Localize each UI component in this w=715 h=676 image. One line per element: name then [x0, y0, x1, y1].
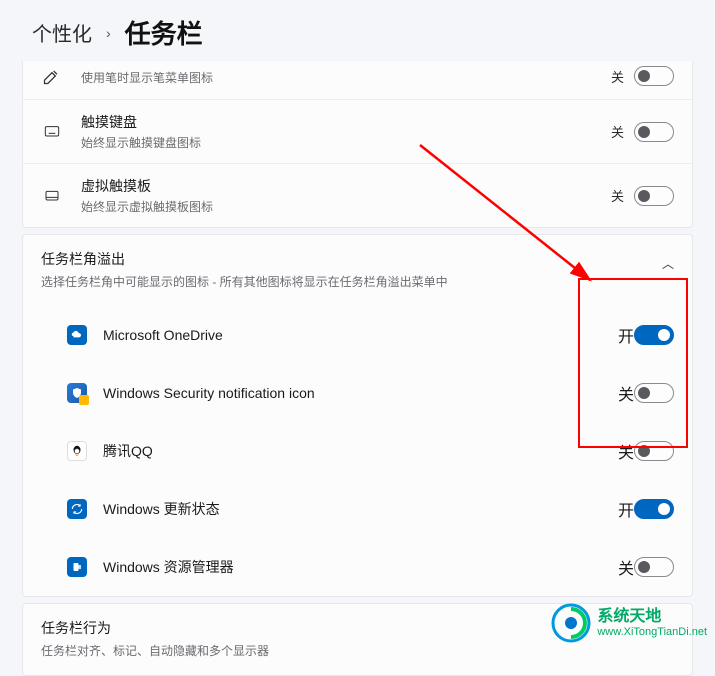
toggle-state-label: 关 — [611, 67, 624, 86]
breadcrumb: 个性化 › 任务栏 — [0, 0, 715, 61]
section-subtitle: 选择任务栏角中可能显示的图标 - 所有其他图标将显示在任务栏角溢出菜单中 — [41, 273, 662, 290]
app-row-explorer[interactable]: Windows 资源管理器 关 — [23, 538, 692, 596]
watermark: 系统天地 www.XiTongTianDi.net — [551, 603, 707, 643]
explorer-icon — [67, 557, 87, 577]
watermark-logo-icon — [551, 603, 591, 643]
toggle-state-label: 关 — [611, 186, 624, 205]
app-row-qq[interactable]: 腾讯QQ 关 — [23, 422, 692, 480]
setting-subtitle: 使用笔时显示笔菜单图标 — [81, 69, 611, 86]
setting-title: 触摸键盘 — [81, 112, 611, 132]
chevron-up-icon: ︿ — [662, 255, 674, 272]
pen-icon — [41, 65, 63, 87]
toggle-state-label: 关 — [618, 381, 634, 405]
qq-icon — [67, 441, 87, 461]
toggle-state-label: 关 — [618, 439, 634, 463]
toggle-state-label: 关 — [618, 555, 634, 579]
breadcrumb-parent[interactable]: 个性化 — [32, 18, 92, 47]
watermark-site: www.XiTongTianDi.net — [597, 626, 707, 639]
taskbar-overflow-header[interactable]: 任务栏角溢出 选择任务栏角中可能显示的图标 - 所有其他图标将显示在任务栏角溢出… — [23, 235, 692, 306]
taskbar-corner-icons-panel: 使用笔时显示笔菜单图标 关 触摸键盘 始终显示触摸键盘图标 关 虚拟触摸板 始终… — [22, 61, 693, 228]
toggle-pen-menu[interactable] — [634, 66, 674, 86]
toggle-security[interactable] — [634, 383, 674, 403]
app-label: Windows Security notification icon — [103, 385, 618, 401]
setting-subtitle: 始终显示触摸键盘图标 — [81, 134, 611, 151]
app-row-security[interactable]: Windows Security notification icon 关 — [23, 364, 692, 422]
app-label: Windows 资源管理器 — [103, 557, 618, 577]
setting-title: 虚拟触摸板 — [81, 176, 611, 196]
onedrive-icon — [67, 325, 87, 345]
setting-row-pen-menu[interactable]: 使用笔时显示笔菜单图标 关 — [23, 61, 692, 100]
security-icon — [67, 383, 87, 403]
setting-row-touch-keyboard[interactable]: 触摸键盘 始终显示触摸键盘图标 关 — [23, 100, 692, 164]
app-label: Microsoft OneDrive — [103, 327, 618, 343]
app-label: 腾讯QQ — [103, 441, 618, 461]
setting-subtitle: 始终显示虚拟触摸板图标 — [81, 198, 611, 215]
setting-row-virtual-touchpad[interactable]: 虚拟触摸板 始终显示虚拟触摸板图标 关 — [23, 164, 692, 227]
touchpad-icon — [41, 185, 63, 207]
toggle-windows-update[interactable] — [634, 499, 674, 519]
chevron-right-icon: › — [106, 25, 111, 41]
watermark-name: 系统天地 — [597, 607, 707, 626]
section-title: 任务栏角溢出 — [41, 249, 662, 269]
section-subtitle: 任务栏对齐、标记、自动隐藏和多个显示器 — [41, 642, 674, 659]
toggle-qq[interactable] — [634, 441, 674, 461]
toggle-state-label: 开 — [618, 323, 634, 347]
toggle-touch-keyboard[interactable] — [634, 122, 674, 142]
toggle-state-label: 关 — [611, 122, 624, 141]
app-row-onedrive[interactable]: Microsoft OneDrive 开 — [23, 306, 692, 364]
update-icon — [67, 499, 87, 519]
toggle-explorer[interactable] — [634, 557, 674, 577]
keyboard-icon — [41, 121, 63, 143]
breadcrumb-current: 任务栏 — [125, 14, 203, 51]
taskbar-overflow-section: 任务栏角溢出 选择任务栏角中可能显示的图标 - 所有其他图标将显示在任务栏角溢出… — [22, 234, 693, 597]
app-label: Windows 更新状态 — [103, 499, 618, 519]
toggle-state-label: 开 — [618, 497, 634, 521]
toggle-onedrive[interactable] — [634, 325, 674, 345]
app-row-windows-update[interactable]: Windows 更新状态 开 — [23, 480, 692, 538]
toggle-virtual-touchpad[interactable] — [634, 186, 674, 206]
